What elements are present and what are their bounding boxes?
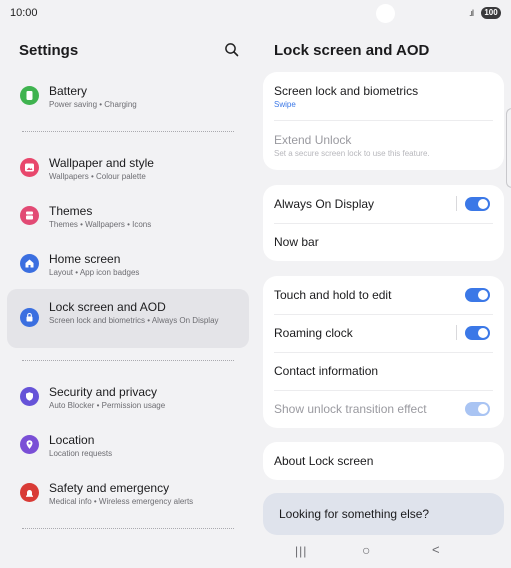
extend-unlock-row: Extend Unlock Set a secure screen lock t…: [274, 121, 493, 169]
sidebar-item-label: Home screen: [49, 252, 121, 266]
sidebar-item-home-screen[interactable]: Home screen Layout • App icon badges: [7, 246, 249, 286]
sidebar-item-sublabel: Auto Blocker • Permission usage: [49, 401, 166, 410]
sidebar-item-lock-screen[interactable]: Lock screen and AOD Screen lock and biom…: [7, 289, 249, 348]
unlock-effect-row: Show unlock transition effect: [274, 391, 493, 428]
sidebar-item-label: Themes: [49, 204, 93, 218]
sidebar-item-location[interactable]: Location Location requests: [7, 426, 249, 466]
row-title: Contact information: [274, 364, 379, 378]
touch-hold-toggle[interactable]: [465, 288, 490, 302]
row-title: About Lock screen: [274, 454, 374, 468]
always-on-display-toggle[interactable]: [465, 197, 490, 211]
row-subtitle: Set a secure screen lock to use this fea…: [274, 149, 430, 158]
sidebar-item-sublabel: Location requests: [49, 449, 113, 458]
sidebar-item-label: Battery: [49, 84, 88, 98]
section-divider: [22, 131, 234, 132]
row-title: Always On Display: [274, 197, 375, 211]
row-title: Now bar: [274, 235, 319, 249]
vertical-divider: [456, 196, 457, 211]
sidebar-item-sublabel: Layout • App icon badges: [49, 268, 140, 277]
sidebar-item-safety[interactable]: Safety and emergency Medical info • Wire…: [7, 474, 249, 514]
sidebar-item-sublabel: Wallpapers • Colour palette: [49, 172, 146, 181]
sidebar-item-label: Safety and emergency: [49, 481, 170, 495]
row-title: Roaming clock: [274, 326, 353, 340]
looking-for-something-else-card[interactable]: Looking for something else?: [263, 493, 504, 535]
settings-title: Settings: [19, 42, 79, 59]
themes-icon: [20, 206, 39, 225]
vertical-divider: [456, 325, 457, 340]
search-button[interactable]: [222, 40, 242, 60]
home-icon: [20, 254, 39, 273]
sidebar-item-label: Location: [49, 433, 95, 447]
location-pin-icon: [20, 435, 39, 454]
now-bar-row[interactable]: Now bar: [274, 224, 493, 261]
sidebar-item-sublabel: Power saving • Charging: [49, 100, 137, 109]
unlock-effect-toggle: [465, 402, 490, 416]
looking-text: Looking for something else?: [279, 507, 430, 521]
row-title: Extend Unlock: [274, 133, 352, 147]
status-bar: 10:00 .ıl 100: [0, 0, 511, 26]
section-divider: [22, 528, 234, 529]
battery-icon: [20, 86, 39, 105]
row-title: Show unlock transition effect: [274, 402, 427, 416]
sidebar-item-battery[interactable]: Battery Power saving • Charging: [7, 78, 249, 118]
contact-information-row[interactable]: Contact information: [274, 353, 493, 390]
search-icon: [225, 43, 239, 57]
touch-hold-row[interactable]: Touch and hold to edit: [274, 276, 493, 314]
sidebar-item-label: Wallpaper and style: [49, 156, 154, 170]
about-lock-screen-row[interactable]: About Lock screen: [274, 442, 493, 480]
recents-button[interactable]: |||: [295, 544, 307, 558]
sidebar-item-wallpaper[interactable]: Wallpaper and style Wallpapers • Colour …: [7, 150, 249, 190]
sidebar-item-sublabel: Screen lock and biometrics • Always On D…: [49, 316, 219, 325]
status-time: 10:00: [10, 7, 38, 19]
signal-icon: .ıl: [469, 8, 474, 18]
security-card: Screen lock and biometrics Swipe Extend …: [263, 72, 504, 170]
battery-level-badge: 100: [481, 7, 501, 19]
sidebar-item-security[interactable]: Security and privacy Auto Blocker • Perm…: [7, 378, 249, 418]
lock-icon: [20, 308, 39, 327]
sidebar-item-label: Lock screen and AOD: [49, 300, 166, 314]
aod-card: Always On Display Now bar: [263, 185, 504, 261]
screen-lock-row[interactable]: Screen lock and biometrics Swipe: [274, 72, 493, 120]
roaming-clock-row[interactable]: Roaming clock: [274, 315, 493, 352]
shield-icon: [20, 387, 39, 406]
roaming-clock-toggle[interactable]: [465, 326, 490, 340]
wallpaper-icon: [20, 158, 39, 177]
sidebar-item-label: Security and privacy: [49, 385, 158, 399]
home-button[interactable]: ○: [362, 542, 370, 558]
sidebar-item-sublabel: Themes • Wallpapers • Icons: [49, 220, 152, 229]
camera-cutout: [376, 4, 395, 23]
sidebar-item-themes[interactable]: Themes Themes • Wallpapers • Icons: [7, 198, 249, 238]
navigation-bar: ||| ○ <: [0, 540, 511, 568]
edge-panel-handle[interactable]: [506, 108, 511, 188]
row-title: Touch and hold to edit: [274, 288, 392, 302]
lock-options-card: Touch and hold to edit Roaming clock Con…: [263, 276, 504, 428]
section-divider: [22, 360, 234, 361]
page-title: Lock screen and AOD: [274, 42, 430, 59]
always-on-display-row[interactable]: Always On Display: [274, 185, 493, 223]
back-button[interactable]: <: [432, 542, 440, 557]
row-title: Screen lock and biometrics: [274, 84, 419, 98]
about-card: About Lock screen: [263, 442, 504, 480]
row-value: Swipe: [274, 100, 296, 109]
emergency-icon: [20, 483, 39, 502]
sidebar-item-sublabel: Medical info • Wireless emergency alerts: [49, 497, 194, 506]
